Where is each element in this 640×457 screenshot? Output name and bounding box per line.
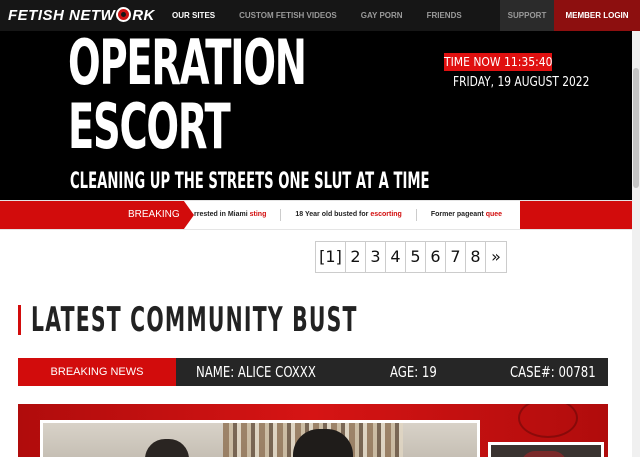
ticker-track: rrested in Miami sting 18 Year old buste… [194,201,520,229]
section-heading: LATEST COMMUNITY BUST [18,302,575,338]
page-scrollbar[interactable] [632,31,640,457]
page-link-2[interactable]: 2 [346,242,366,272]
logo-o-icon [116,7,132,22]
breaking-news-badge: BREAKING NEWS [18,358,176,386]
thumbnail-figure [521,451,567,457]
current-time-badge: TIME NOW 11:35:40 [444,53,553,71]
ticker-item[interactable]: rrested in Miami sting [194,209,282,221]
page-link-7[interactable]: 7 [446,242,466,272]
case-number: CASE#: 00781 [510,363,596,381]
page-link-4[interactable]: 4 [386,242,406,272]
pagination: [1] 2 3 4 5 6 7 8 » [315,241,507,273]
bust-feature-panel [18,404,608,457]
case-info-bar: BREAKING NEWS NAME: ALICE COXXX AGE: 19 … [18,358,608,386]
hero-title-line1: OPERATION [68,26,307,99]
ticker-item[interactable]: Former pageant quee [417,209,516,221]
next-page-link[interactable]: » [486,242,506,272]
breaking-ticker: BREAKING rrested in Miami sting 18 Year … [0,200,632,230]
bust-video-thumbnail[interactable] [40,420,480,457]
page-link-3[interactable]: 3 [366,242,386,272]
logo-text: FETISH NETW RK [8,7,155,24]
support-link[interactable]: SUPPORT [500,0,554,31]
hero-tagline: CLEANING UP THE STREETS ONE SLUT AT A TI… [70,169,430,194]
current-date: FRIDAY, 19 AUGUST 2022 [453,75,590,90]
hero-title: OPERATION ESCORT [68,26,307,163]
hero-banner: OPERATION ESCORT CLEANING UP THE STREETS… [0,31,640,200]
ticker-right-band [520,201,632,229]
suspect-age: AGE: 19 [390,363,437,381]
scrollbar-thumb[interactable] [633,68,639,188]
ticker-item[interactable]: 18 Year old busted for escorting [281,209,417,221]
ticker-left-band [0,201,110,229]
nav-account-area: SUPPORT MEMBER LOGIN [500,0,640,31]
page-link-5[interactable]: 5 [406,242,426,272]
nav-item-friends[interactable]: FRIENDS [415,0,474,31]
section-title: LATEST COMMUNITY BUST [31,300,358,340]
member-login-button[interactable]: MEMBER LOGIN [554,0,640,31]
section-accent-bar [18,305,21,335]
ticker-label: BREAKING [110,201,194,229]
suspect-name: NAME: ALICE COXXX [196,363,316,381]
suspect-photo-thumbnail[interactable] [488,442,604,457]
page-link-current[interactable]: [1] [316,242,346,272]
page-link-6[interactable]: 6 [426,242,446,272]
page: FETISH NETW RK OUR SITES CUSTOM FETISH VI… [0,0,640,457]
hero-title-line2: ESCORT [68,90,231,163]
nav-item-gay-porn[interactable]: GAY PORN [349,0,415,31]
page-link-8[interactable]: 8 [466,242,486,272]
